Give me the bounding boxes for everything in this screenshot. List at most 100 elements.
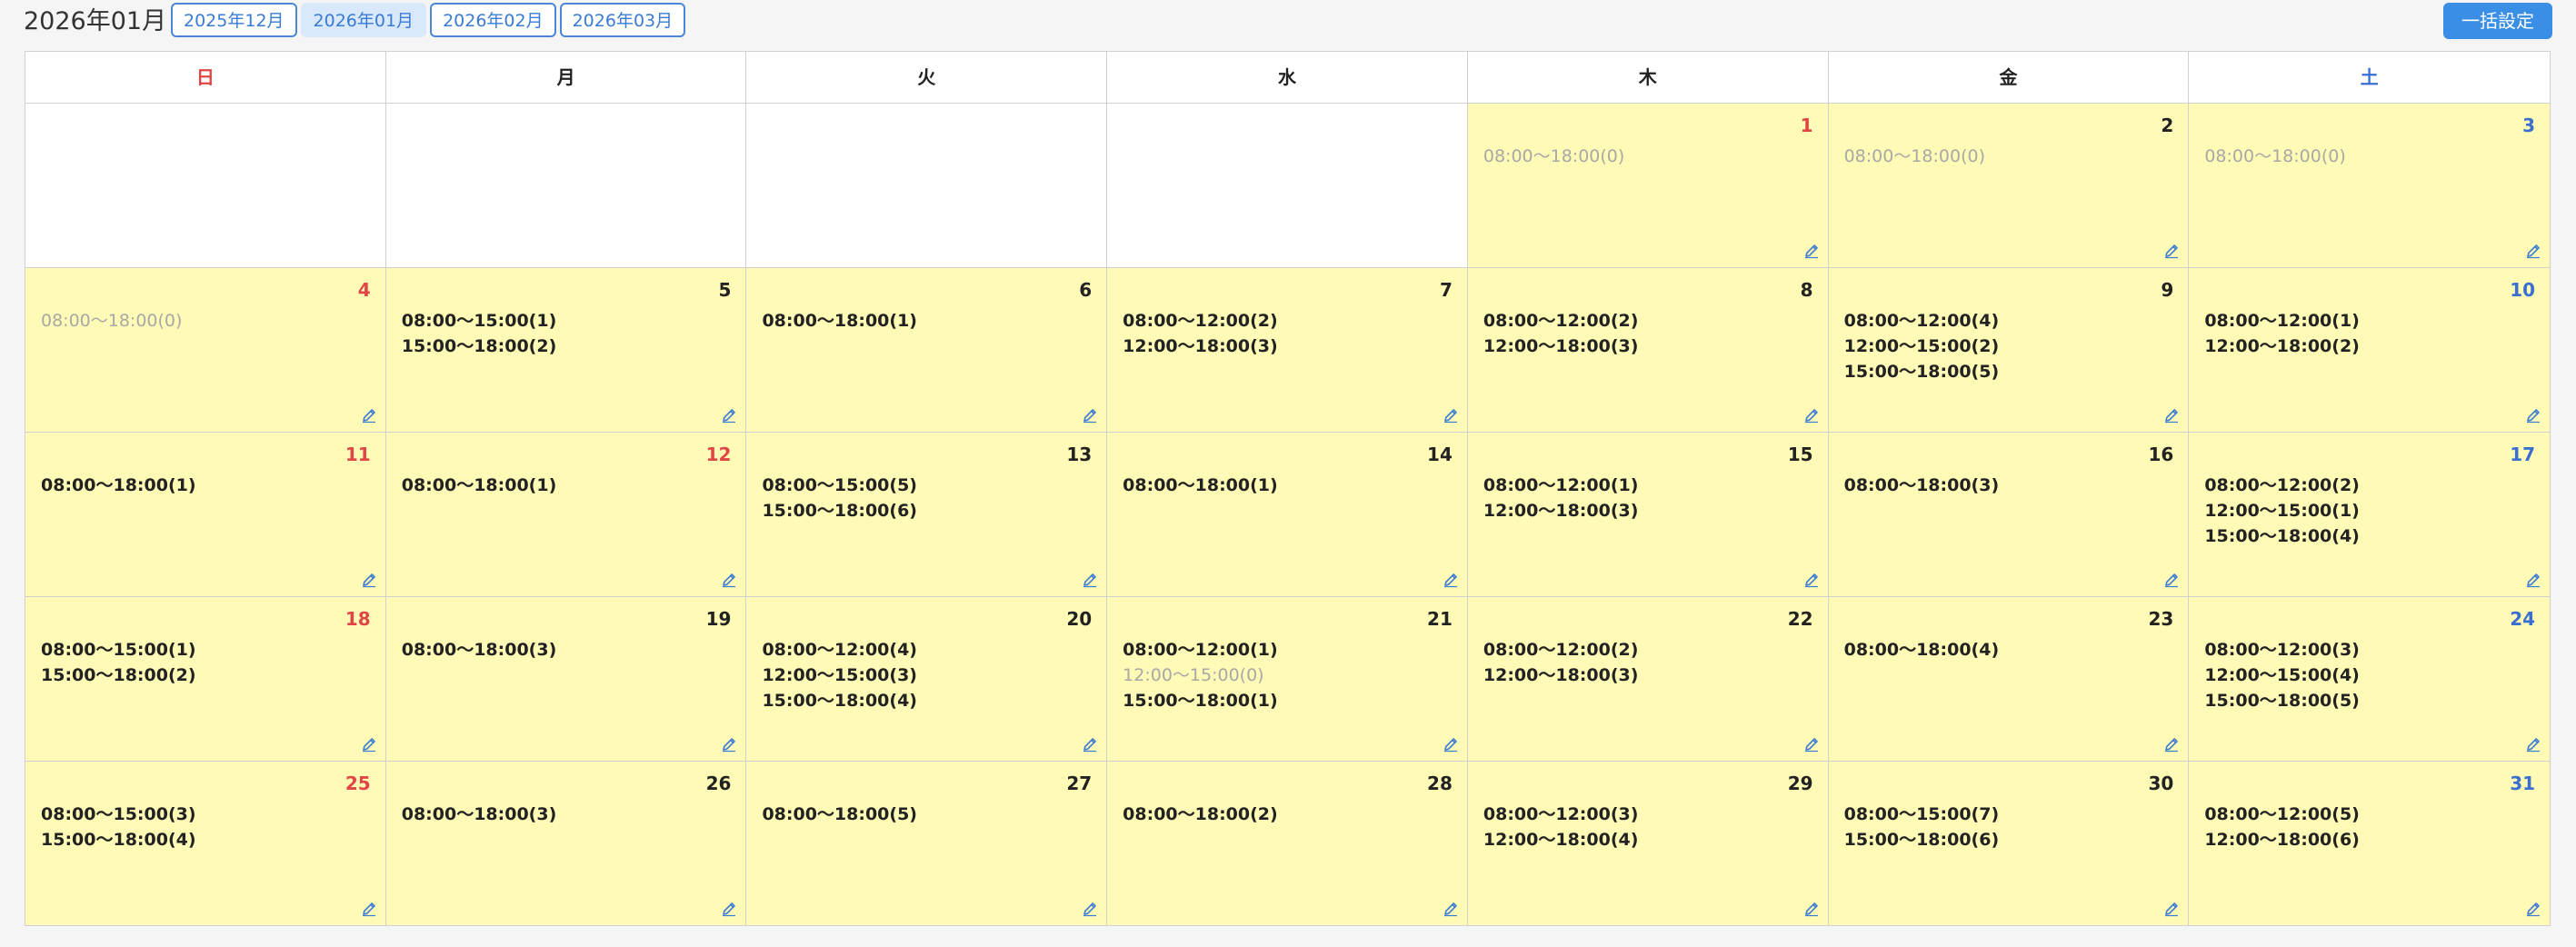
time-slot: 12:00〜18:00(3) <box>1483 501 1639 521</box>
time-slot: 08:00〜12:00(1) <box>2204 311 2360 331</box>
time-slots: 08:00〜18:00(1) <box>402 473 557 498</box>
day-number: 13 <box>1066 444 1093 465</box>
day-cell: 24 08:00〜12:00(3) 12:00〜15:00(4) 15:00〜18:0… <box>2189 597 2551 761</box>
pencil-icon[interactable] <box>2524 735 2542 753</box>
time-slots: 08:00〜15:00(3) 15:00〜18:00(4) <box>41 802 196 852</box>
pencil-icon[interactable] <box>2162 571 2181 589</box>
time-slot: 15:00〜18:00(4) <box>762 691 917 711</box>
day-number: 3 <box>2522 115 2536 136</box>
pencil-icon[interactable] <box>1802 242 1821 260</box>
day-number: 15 <box>1787 444 1813 465</box>
day-number: 23 <box>2148 608 2174 630</box>
time-slots: 08:00〜18:00(1) <box>762 308 917 334</box>
time-slot: 15:00〜18:00(6) <box>762 501 917 521</box>
tab-2026-02[interactable]: 2026年02月 <box>430 3 556 37</box>
calendar-week: 11 08:00〜18:00(1) 12 08:00〜18:00(1) 13 08:00〜… <box>25 433 2551 597</box>
pencil-icon[interactable] <box>2162 900 2181 918</box>
time-slots: 08:00〜18:00(0) <box>1483 144 1624 169</box>
calendar: 日 月 火 水 木 金 土 1 08:00〜18:00(0) 2 08:00〜18:0… <box>25 51 2551 926</box>
day-number: 30 <box>2148 773 2174 794</box>
time-slots: 08:00〜12:00(2) 12:00〜18:00(3) <box>1483 637 1639 688</box>
day-number: 18 <box>344 608 371 630</box>
time-slot: 15:00〜18:00(4) <box>2204 526 2360 546</box>
empty-day-cell <box>25 104 386 267</box>
pencil-icon[interactable] <box>720 900 738 918</box>
time-slot: 08:00〜12:00(3) <box>2204 640 2360 660</box>
day-cell: 21 08:00〜12:00(1) 12:00〜15:00(0) 15:00〜18:0… <box>1107 597 1468 761</box>
day-cell: 14 08:00〜18:00(1) <box>1107 433 1468 596</box>
pencil-icon[interactable] <box>1081 735 1099 753</box>
empty-day-cell <box>1107 104 1468 267</box>
pencil-icon[interactable] <box>1442 406 1460 424</box>
weekday-sun: 日 <box>25 52 386 103</box>
pencil-icon[interactable] <box>1802 406 1821 424</box>
pencil-icon[interactable] <box>1802 571 1821 589</box>
day-number: 22 <box>1787 608 1813 630</box>
day-cell: 12 08:00〜18:00(1) <box>385 433 747 596</box>
day-cell: 15 08:00〜12:00(1) 12:00〜18:00(3) <box>1467 433 1829 596</box>
pencil-icon[interactable] <box>2162 242 2181 260</box>
pencil-icon[interactable] <box>1442 735 1460 753</box>
pencil-icon[interactable] <box>2524 406 2542 424</box>
time-slot: 08:00〜15:00(1) <box>401 311 557 331</box>
day-number: 10 <box>2510 279 2536 301</box>
day-cell: 18 08:00〜15:00(1) 15:00〜18:00(2) <box>25 597 386 761</box>
time-slot: 08:00〜18:00(1) <box>41 475 196 495</box>
time-slot: 12:00〜15:00(0) <box>1123 665 1264 685</box>
bulk-settings-button[interactable]: 一括設定 <box>2443 3 2552 39</box>
weekday-wed: 水 <box>1107 52 1468 103</box>
pencil-icon[interactable] <box>2524 242 2542 260</box>
time-slot: 08:00〜12:00(4) <box>1843 311 2000 331</box>
time-slot: 08:00〜15:00(3) <box>41 804 196 824</box>
time-slot: 12:00〜18:00(3) <box>1123 336 1278 356</box>
pencil-icon[interactable] <box>360 406 378 424</box>
day-number: 6 <box>1079 279 1093 301</box>
time-slots: 08:00〜18:00(0) <box>41 308 182 334</box>
pencil-icon[interactable] <box>1442 571 1460 589</box>
time-slot: 12:00〜15:00(3) <box>762 665 917 685</box>
day-number: 14 <box>1427 444 1453 465</box>
time-slot: 08:00〜15:00(1) <box>41 640 196 660</box>
day-cell: 7 08:00〜12:00(2) 12:00〜18:00(3) <box>1107 268 1468 432</box>
day-cell: 9 08:00〜12:00(4) 12:00〜15:00(2) 15:00〜18:00… <box>1828 268 2190 432</box>
day-number: 20 <box>1066 608 1093 630</box>
time-slot: 15:00〜18:00(5) <box>1843 362 2000 382</box>
pencil-icon[interactable] <box>720 571 738 589</box>
time-slots: 08:00〜18:00(3) <box>402 802 557 827</box>
tab-2026-03[interactable]: 2026年03月 <box>559 3 686 37</box>
pencil-icon[interactable] <box>2162 406 2181 424</box>
day-cell: 11 08:00〜18:00(1) <box>25 433 386 596</box>
pencil-icon[interactable] <box>2524 571 2542 589</box>
pencil-icon[interactable] <box>1442 900 1460 918</box>
day-number: 2 <box>2161 115 2174 136</box>
day-cell: 1 08:00〜18:00(0) <box>1467 104 1829 267</box>
time-slot: 08:00〜18:00(0) <box>1483 146 1625 166</box>
pencil-icon[interactable] <box>1802 735 1821 753</box>
day-number: 17 <box>2510 444 2536 465</box>
pencil-icon[interactable] <box>720 406 738 424</box>
time-slots: 08:00〜12:00(1) 12:00〜18:00(3) <box>1483 473 1639 523</box>
day-cell: 2 08:00〜18:00(0) <box>1828 104 2190 267</box>
time-slots: 08:00〜12:00(4) 12:00〜15:00(2) 15:00〜18:00(… <box>1844 308 2000 384</box>
pencil-icon[interactable] <box>1802 900 1821 918</box>
day-number: 4 <box>357 279 371 301</box>
pencil-icon[interactable] <box>360 900 378 918</box>
pencil-icon[interactable] <box>2162 735 2181 753</box>
pencil-icon[interactable] <box>2524 900 2542 918</box>
calendar-week: 25 08:00〜15:00(3) 15:00〜18:00(4) 26 08:00〜18… <box>25 762 2551 926</box>
time-slots: 08:00〜18:00(2) <box>1123 802 1278 827</box>
pencil-icon[interactable] <box>1081 900 1099 918</box>
time-slot: 08:00〜18:00(3) <box>1843 475 2000 495</box>
time-slot: 08:00〜12:00(3) <box>1483 804 1639 824</box>
pencil-icon[interactable] <box>1081 571 1099 589</box>
time-slot: 08:00〜15:00(7) <box>1843 804 2000 824</box>
pencil-icon[interactable] <box>360 571 378 589</box>
day-cell: 17 08:00〜12:00(2) 12:00〜15:00(1) 15:00〜18:0… <box>2189 433 2551 596</box>
pencil-icon[interactable] <box>720 735 738 753</box>
pencil-icon[interactable] <box>360 735 378 753</box>
pencil-icon[interactable] <box>1081 406 1099 424</box>
time-slot: 08:00〜12:00(2) <box>1483 311 1639 331</box>
tab-2026-01[interactable]: 2026年01月 <box>300 3 427 37</box>
day-cell: 25 08:00〜15:00(3) 15:00〜18:00(4) <box>25 762 386 925</box>
tab-2025-12[interactable]: 2025年12月 <box>171 3 297 37</box>
